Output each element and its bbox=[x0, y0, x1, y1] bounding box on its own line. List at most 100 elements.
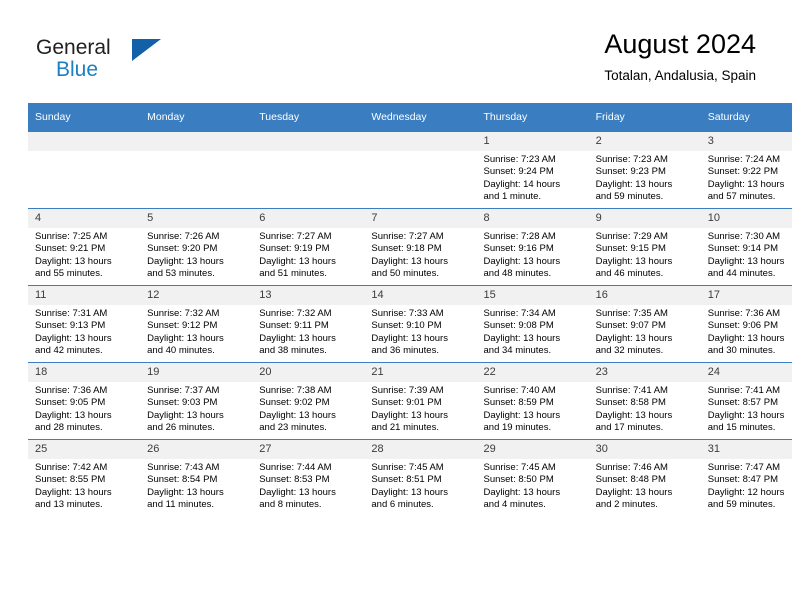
title-block: August 2024 Totalan, Andalusia, Spain bbox=[604, 28, 756, 86]
daylight-text-cont: and 46 minutes. bbox=[595, 268, 664, 280]
day-cell-inner bbox=[364, 132, 477, 208]
day-number bbox=[28, 132, 141, 151]
calendar-day-cell[interactable]: 11 Sunrise: 7:31 AM Sunset: 9:13 PM Dayligh… bbox=[28, 285, 141, 363]
daylight-text: Daylight: 13 hours bbox=[707, 255, 785, 267]
day-detail-lines bbox=[28, 151, 140, 154]
daylight-text-cont: and 19 minutes. bbox=[483, 422, 552, 434]
daylight-text-cont: and 23 minutes. bbox=[259, 422, 327, 434]
day-cell-inner: 31 Sunrise: 7:47 AM Sunset: 8:47 PM Dayligh… bbox=[700, 440, 792, 516]
day-cell-inner: 8 Sunrise: 7:28 AM Sunset: 9:16 PM Daylight… bbox=[476, 209, 589, 285]
calendar-day-cell[interactable]: 23 Sunrise: 7:41 AM Sunset: 8:58 PM Dayligh… bbox=[588, 362, 701, 440]
day-number: 3 bbox=[700, 132, 792, 151]
sunrise-text: Sunrise: 7:46 AM bbox=[595, 462, 668, 473]
daylight-text-cont: and 34 minutes. bbox=[483, 345, 552, 357]
sunrise-text: Sunrise: 7:29 AM bbox=[595, 231, 668, 242]
calendar-day-cell[interactable]: 8 Sunrise: 7:28 AM Sunset: 9:16 PM Daylight… bbox=[476, 208, 589, 286]
triangle-logo-icon bbox=[132, 39, 161, 61]
daylight-text-cont: and 26 minutes. bbox=[147, 422, 215, 434]
day-detail-lines: Sunrise: 7:36 AM Sunset: 9:06 PM Daylight:… bbox=[701, 305, 792, 358]
weekday-header-monday: Monday bbox=[140, 103, 253, 132]
calendar-day-cell[interactable]: 4 Sunrise: 7:25 AM Sunset: 9:21 PM Daylight… bbox=[28, 208, 141, 286]
calendar-day-cell[interactable]: 15 Sunrise: 7:34 AM Sunset: 9:08 PM Dayligh… bbox=[476, 285, 589, 363]
calendar-day-cell[interactable]: 20 Sunrise: 7:38 AM Sunset: 9:02 PM Dayligh… bbox=[252, 362, 365, 440]
sunrise-text: Sunrise: 7:33 AM bbox=[371, 308, 444, 319]
day-detail-lines: Sunrise: 7:45 AM Sunset: 8:51 PM Daylight:… bbox=[364, 459, 476, 512]
day-detail-lines: Sunrise: 7:40 AM Sunset: 8:59 PM Daylight:… bbox=[477, 382, 589, 435]
day-detail-lines: Sunrise: 7:27 AM Sunset: 9:19 PM Daylight:… bbox=[252, 228, 364, 281]
sunrise-text: Sunrise: 7:23 AM bbox=[595, 154, 668, 165]
calendar-day-cell[interactable]: 5 Sunrise: 7:26 AM Sunset: 9:20 PM Daylight… bbox=[140, 208, 253, 286]
calendar-day-cell[interactable]: 13 Sunrise: 7:32 AM Sunset: 9:11 PM Dayligh… bbox=[252, 285, 365, 363]
calendar-day-cell[interactable]: 7 Sunrise: 7:27 AM Sunset: 9:18 PM Daylight… bbox=[364, 208, 477, 286]
weekday-header-friday: Friday bbox=[588, 103, 701, 132]
weekday-header-tuesday: Tuesday bbox=[252, 103, 365, 132]
daylight-text: Daylight: 13 hours bbox=[595, 255, 673, 267]
day-detail-lines: Sunrise: 7:37 AM Sunset: 9:03 PM Daylight:… bbox=[140, 382, 252, 435]
day-number: 26 bbox=[140, 440, 253, 459]
calendar-day-cell-empty bbox=[28, 131, 141, 209]
sunset-text: Sunset: 9:01 PM bbox=[371, 397, 442, 409]
daylight-text-cont: and 8 minutes. bbox=[259, 499, 322, 511]
daylight-text: Daylight: 13 hours bbox=[595, 178, 673, 190]
day-number: 6 bbox=[252, 209, 365, 228]
sunrise-text: Sunrise: 7:36 AM bbox=[707, 308, 781, 319]
sunrise-text: Sunrise: 7:40 AM bbox=[483, 385, 556, 396]
calendar-day-cell[interactable]: 9 Sunrise: 7:29 AM Sunset: 9:15 PM Daylight… bbox=[588, 208, 701, 286]
sunrise-text: Sunrise: 7:42 AM bbox=[35, 462, 108, 473]
sunset-text: Sunset: 8:55 PM bbox=[35, 474, 106, 486]
calendar-day-cell[interactable]: 24 Sunrise: 7:41 AM Sunset: 8:57 PM Dayligh… bbox=[700, 362, 792, 440]
day-number: 20 bbox=[252, 363, 365, 382]
calendar-day-cell[interactable]: 22 Sunrise: 7:40 AM Sunset: 8:59 PM Dayligh… bbox=[476, 362, 589, 440]
calendar-day-cell[interactable]: 6 Sunrise: 7:27 AM Sunset: 9:19 PM Daylight… bbox=[252, 208, 365, 286]
sunrise-text: Sunrise: 7:47 AM bbox=[707, 462, 781, 473]
sunset-text: Sunset: 8:50 PM bbox=[483, 474, 554, 486]
calendar-day-cell[interactable]: 25 Sunrise: 7:42 AM Sunset: 8:55 PM Dayligh… bbox=[28, 439, 141, 516]
calendar-day-cell[interactable]: 16 Sunrise: 7:35 AM Sunset: 9:07 PM Dayligh… bbox=[588, 285, 701, 363]
calendar-week-row: 11 Sunrise: 7:31 AM Sunset: 9:13 PM Dayligh… bbox=[28, 285, 792, 363]
sunrise-text: Sunrise: 7:41 AM bbox=[595, 385, 668, 396]
daylight-text-cont: and 17 minutes. bbox=[595, 422, 664, 434]
calendar-day-cell[interactable]: 19 Sunrise: 7:37 AM Sunset: 9:03 PM Dayligh… bbox=[140, 362, 253, 440]
daylight-text-cont: and 51 minutes. bbox=[259, 268, 327, 280]
sunset-text: Sunset: 9:23 PM bbox=[595, 166, 666, 178]
calendar-day-cell[interactable]: 18 Sunrise: 7:36 AM Sunset: 9:05 PM Dayligh… bbox=[28, 362, 141, 440]
day-detail-lines: Sunrise: 7:24 AM Sunset: 9:22 PM Daylight:… bbox=[701, 151, 792, 204]
daylight-text: Daylight: 13 hours bbox=[259, 255, 336, 267]
calendar-day-cell[interactable]: 21 Sunrise: 7:39 AM Sunset: 9:01 PM Dayligh… bbox=[364, 362, 477, 440]
day-detail-lines bbox=[364, 151, 476, 154]
calendar-day-cell[interactable]: 12 Sunrise: 7:32 AM Sunset: 9:12 PM Dayligh… bbox=[140, 285, 253, 363]
sunrise-text: Sunrise: 7:45 AM bbox=[371, 462, 444, 473]
sunrise-text: Sunrise: 7:41 AM bbox=[707, 385, 781, 396]
daylight-text-cont: and 44 minutes. bbox=[707, 268, 776, 280]
calendar-day-cell[interactable]: 1 Sunrise: 7:23 AM Sunset: 9:24 PM Daylight… bbox=[476, 131, 589, 209]
brand-logo[interactable]: General Blue bbox=[36, 36, 236, 84]
calendar-day-cell[interactable]: 27 Sunrise: 7:44 AM Sunset: 8:53 PM Dayligh… bbox=[252, 439, 365, 516]
sunset-text: Sunset: 8:57 PM bbox=[707, 397, 778, 409]
sunset-text: Sunset: 9:15 PM bbox=[595, 243, 666, 255]
day-number: 1 bbox=[476, 132, 589, 151]
sunrise-text: Sunrise: 7:31 AM bbox=[35, 308, 108, 319]
day-number bbox=[140, 132, 253, 151]
calendar-day-cell[interactable]: 3 Sunrise: 7:24 AM Sunset: 9:22 PM Daylight… bbox=[700, 131, 792, 209]
sunrise-text: Sunrise: 7:44 AM bbox=[259, 462, 332, 473]
day-cell-inner: 24 Sunrise: 7:41 AM Sunset: 8:57 PM Dayligh… bbox=[700, 363, 792, 439]
calendar-day-cell[interactable]: 10 Sunrise: 7:30 AM Sunset: 9:14 PM Dayligh… bbox=[700, 208, 792, 286]
day-detail-lines: Sunrise: 7:42 AM Sunset: 8:55 PM Daylight:… bbox=[28, 459, 140, 512]
weekday-header-saturday: Saturday bbox=[700, 103, 792, 132]
day-number: 24 bbox=[700, 363, 792, 382]
daylight-text: Daylight: 13 hours bbox=[371, 409, 448, 421]
calendar-day-cell[interactable]: 26 Sunrise: 7:43 AM Sunset: 8:54 PM Dayligh… bbox=[140, 439, 253, 516]
daylight-text: Daylight: 13 hours bbox=[147, 409, 224, 421]
day-cell-inner: 29 Sunrise: 7:45 AM Sunset: 8:50 PM Dayligh… bbox=[476, 440, 589, 516]
calendar-day-cell[interactable]: 2 Sunrise: 7:23 AM Sunset: 9:23 PM Daylight… bbox=[588, 131, 701, 209]
sunset-text: Sunset: 9:21 PM bbox=[35, 243, 106, 255]
calendar-day-cell[interactable]: 17 Sunrise: 7:36 AM Sunset: 9:06 PM Dayligh… bbox=[700, 285, 792, 363]
daylight-text-cont: and 57 minutes. bbox=[707, 191, 776, 203]
calendar-day-cell[interactable]: 28 Sunrise: 7:45 AM Sunset: 8:51 PM Dayligh… bbox=[364, 439, 477, 516]
calendar-day-cell[interactable]: 14 Sunrise: 7:33 AM Sunset: 9:10 PM Dayligh… bbox=[364, 285, 477, 363]
daylight-text: Daylight: 12 hours bbox=[707, 486, 785, 498]
calendar-day-cell[interactable]: 30 Sunrise: 7:46 AM Sunset: 8:48 PM Dayligh… bbox=[588, 439, 701, 516]
calendar-day-cell[interactable]: 29 Sunrise: 7:45 AM Sunset: 8:50 PM Dayligh… bbox=[476, 439, 589, 516]
calendar-day-cell[interactable]: 31 Sunrise: 7:47 AM Sunset: 8:47 PM Dayligh… bbox=[700, 439, 792, 516]
daylight-text-cont: and 6 minutes. bbox=[371, 499, 434, 511]
